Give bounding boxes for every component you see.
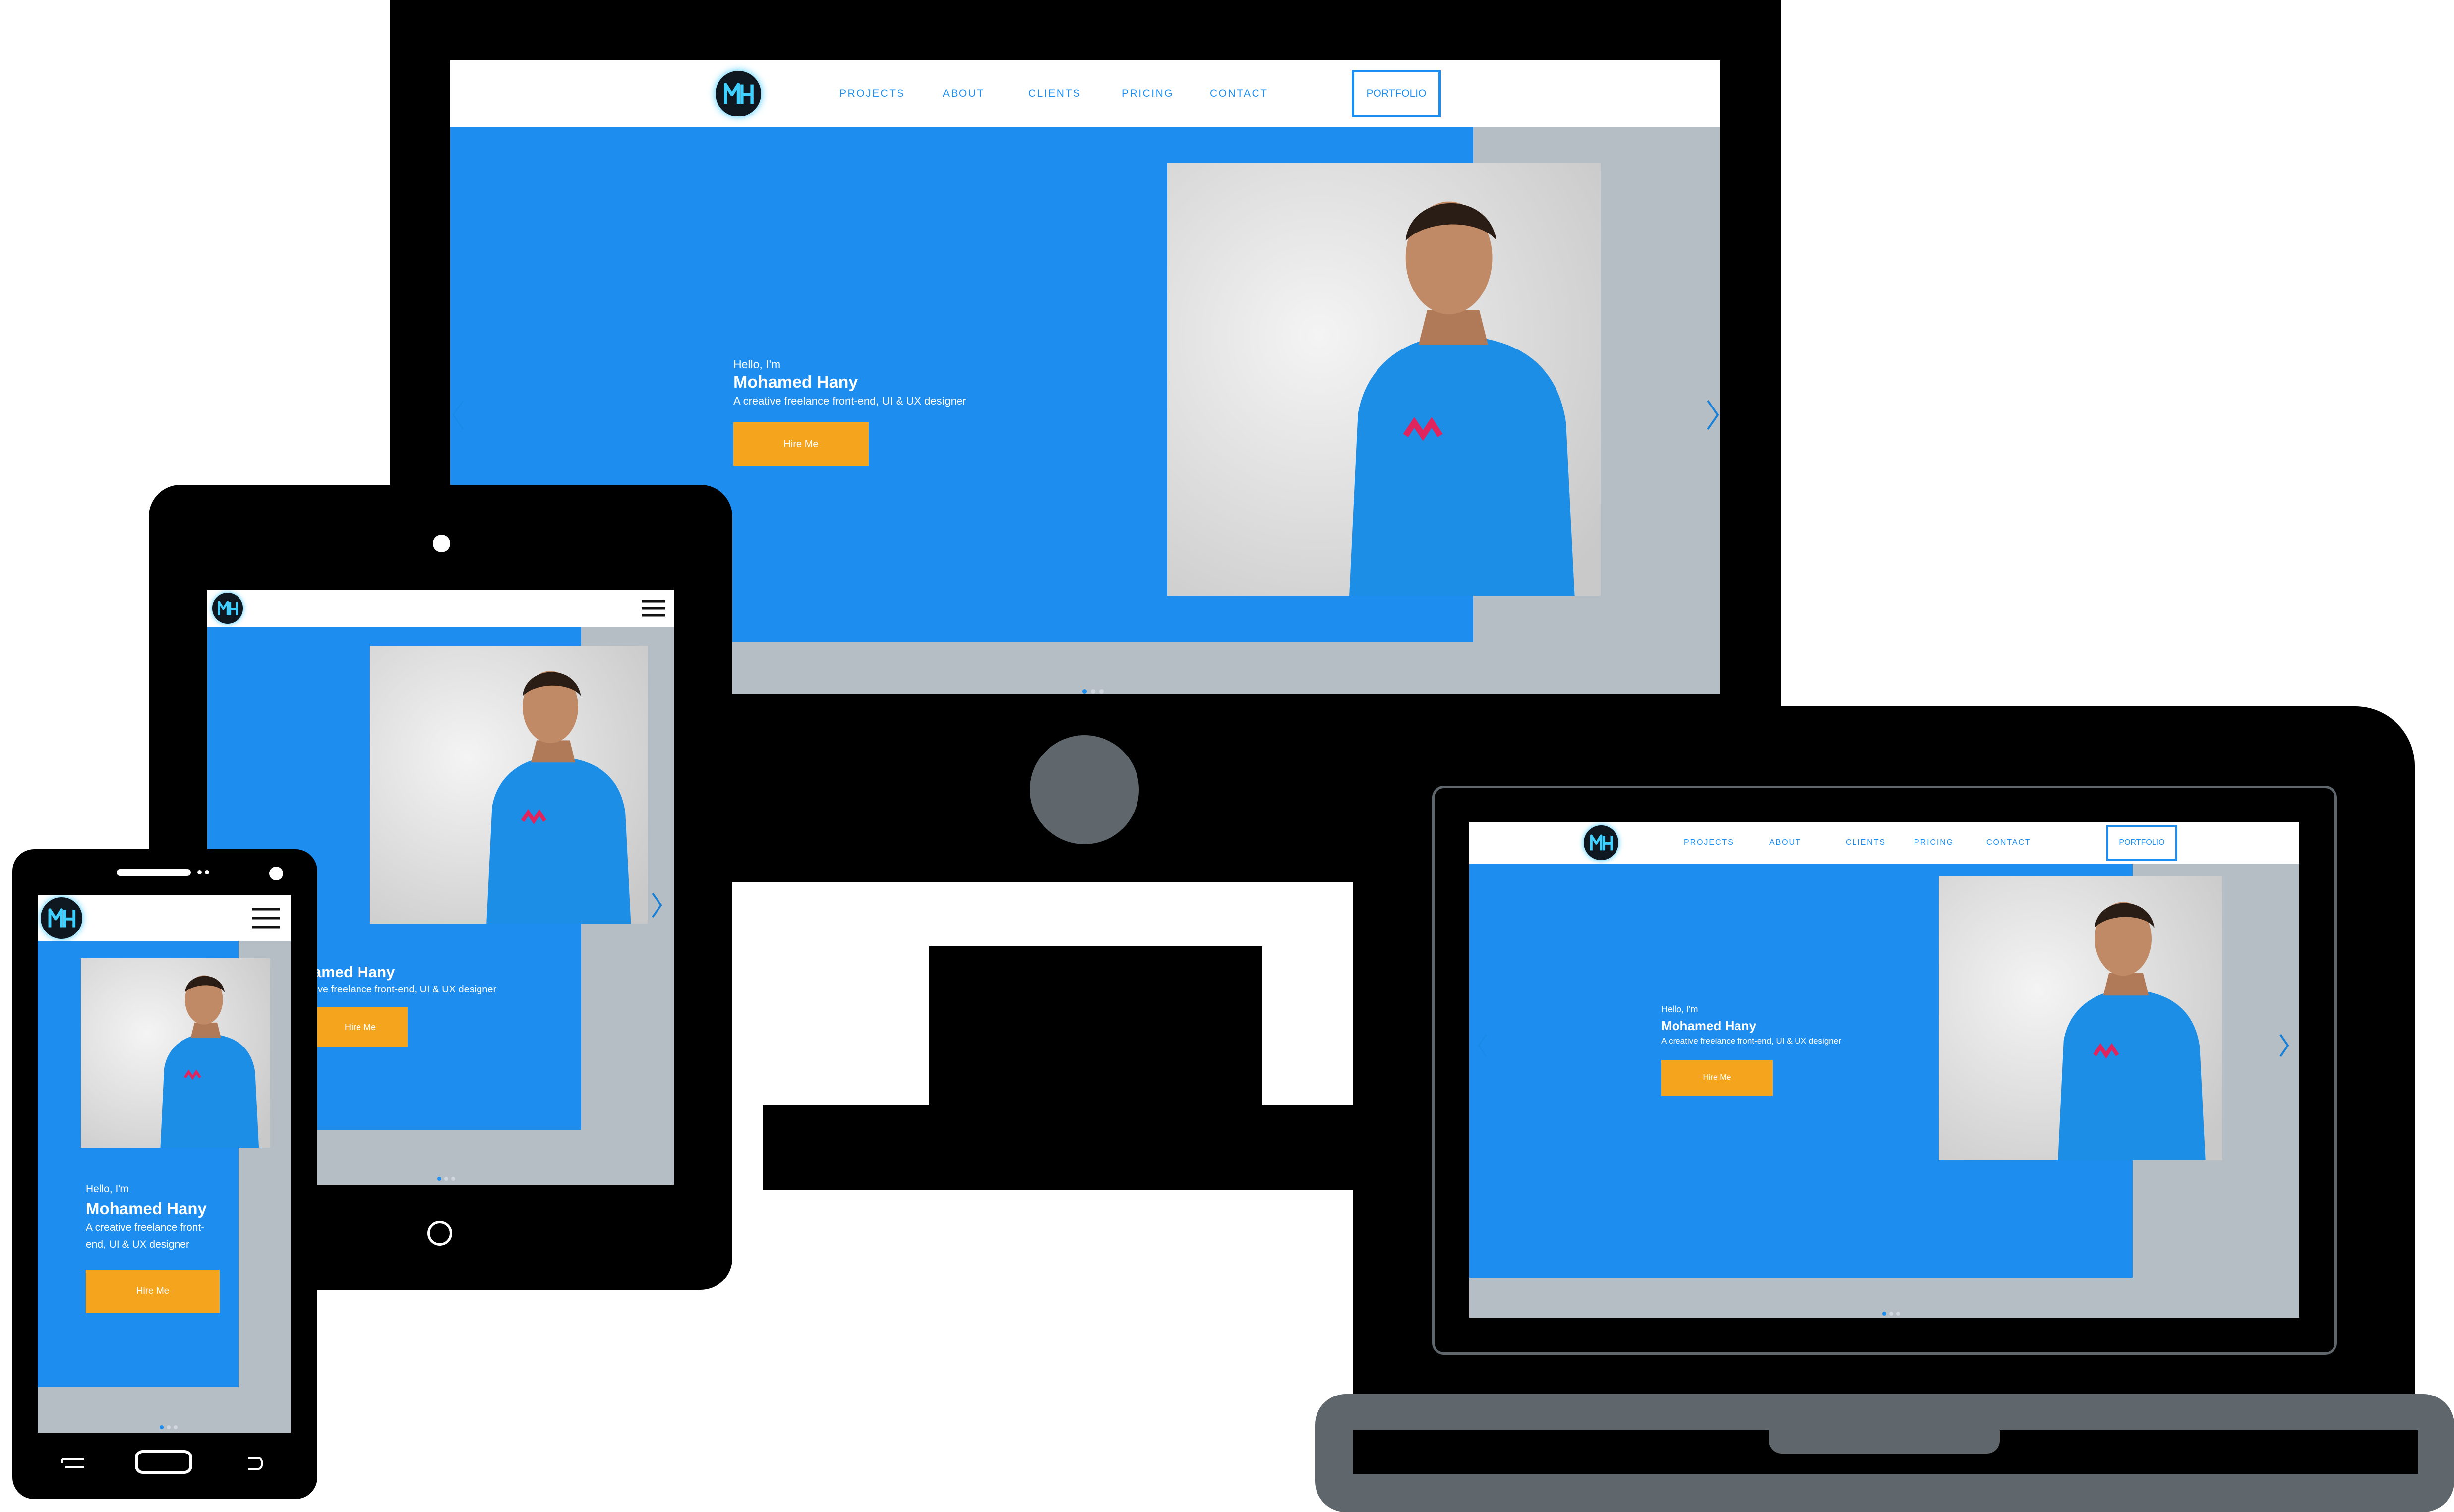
hero-tagline-line2: end, UI & UX designer [86, 1239, 189, 1250]
phone-sensor-dot [197, 870, 202, 874]
navbar: PROJECTS ABOUT CLIENTS PRICING CONTACT P… [450, 60, 1720, 127]
phone-sensor-dot [205, 870, 209, 874]
tablet-home-button[interactable] [427, 1221, 452, 1246]
nav-contact[interactable]: CONTACT [1986, 838, 2031, 847]
hero-name: Mohamed Hany [86, 1199, 207, 1218]
hero-greeting: Hello, I'm [86, 1183, 129, 1195]
nav-projects[interactable]: PROJECTS [1684, 838, 1734, 847]
hire-me-button[interactable]: Hire Me [1661, 1060, 1773, 1096]
laptop-site: PROJECTS ABOUT CLIENTS PRICING CONTACT P… [1469, 822, 2299, 1318]
slide-indicator[interactable] [160, 1425, 178, 1429]
back-softkey-icon[interactable] [245, 1455, 265, 1471]
monitor-power-button[interactable] [1030, 735, 1139, 844]
phone-speaker [117, 869, 191, 876]
hire-me-button[interactable]: Hire Me [733, 422, 869, 466]
slide-dot[interactable] [174, 1425, 178, 1429]
hero-name: Mohamed Hany [733, 373, 858, 392]
hire-me-button[interactable]: Hire Me [86, 1270, 220, 1313]
nav-pricing[interactable]: PRICING [1122, 88, 1174, 100]
hamburger-menu-icon[interactable] [252, 908, 280, 928]
slide-indicator[interactable] [437, 1177, 455, 1181]
next-slide-arrow-icon[interactable] [651, 891, 663, 920]
slide-dot[interactable] [167, 1425, 171, 1429]
monitor-stand-neck [929, 946, 1262, 1109]
profile-photo [1939, 876, 2222, 1160]
portfolio-button[interactable]: PORTFOLIO [2106, 825, 2177, 861]
nav-pricing[interactable]: PRICING [1914, 838, 1954, 847]
mh-logo-icon[interactable] [716, 71, 761, 116]
hero-name: amed Hany [313, 963, 395, 981]
hero-name: Mohamed Hany [1661, 1018, 1757, 1033]
nav-contact[interactable]: CONTACT [1210, 88, 1268, 100]
prev-slide-arrow-icon[interactable] [1476, 1033, 1488, 1058]
slide-dot-active[interactable] [437, 1177, 441, 1181]
hamburger-menu-icon[interactable] [642, 600, 665, 617]
slide-dot[interactable] [444, 1177, 448, 1181]
mh-logo-icon[interactable] [1584, 825, 1618, 860]
hero-greeting: Hello, I'm [733, 358, 781, 371]
next-slide-arrow-icon[interactable] [2278, 1033, 2290, 1058]
laptop-trackpad-notch [1769, 1409, 2000, 1454]
slide-dot[interactable] [1099, 689, 1104, 694]
slide-dot[interactable] [1889, 1312, 1893, 1316]
nav-about[interactable]: ABOUT [943, 88, 985, 100]
profile-photo [1167, 163, 1601, 596]
hero-tagline-line1: A creative freelance front- [86, 1222, 205, 1233]
slide-indicator[interactable] [1882, 1312, 1900, 1316]
phone-front-camera [269, 867, 283, 880]
slide-dot[interactable] [451, 1177, 455, 1181]
portfolio-button[interactable]: PORTFOLIO [1352, 70, 1441, 117]
profile-photo [81, 958, 270, 1148]
prev-slide-arrow-icon[interactable] [450, 398, 465, 432]
home-softkey-icon[interactable] [135, 1450, 192, 1474]
tablet-camera [433, 535, 450, 552]
hero-tagline: A creative freelance front-end, UI & UX … [733, 395, 966, 407]
navbar: PROJECTS ABOUT CLIENTS PRICING CONTACT P… [1469, 822, 2299, 864]
next-slide-arrow-icon[interactable] [1706, 398, 1720, 432]
hero-greeting: Hello, I'm [1661, 1004, 1698, 1014]
profile-photo [370, 646, 648, 924]
monitor-stand-base [763, 1105, 1354, 1190]
slide-dot-active[interactable] [1082, 689, 1087, 694]
nav-about[interactable]: ABOUT [1769, 838, 1801, 847]
hero-tagline: A creative freelance front-end, UI & UX … [1661, 1036, 1841, 1046]
slide-dot-active[interactable] [1882, 1312, 1886, 1316]
mh-logo-icon[interactable] [41, 897, 82, 939]
slide-indicator[interactable] [1082, 689, 1104, 694]
mh-logo-icon[interactable] [212, 593, 243, 624]
hero-tagline: tive freelance front-end, UI & UX design… [313, 984, 497, 995]
slide-dot[interactable] [1896, 1312, 1900, 1316]
slide-dot-active[interactable] [160, 1425, 164, 1429]
hire-me-button[interactable]: Hire Me [313, 1007, 408, 1047]
menu-softkey-icon[interactable] [60, 1456, 85, 1470]
nav-clients[interactable]: CLIENTS [1846, 838, 1886, 847]
navbar [207, 590, 674, 627]
phone-site: Hello, I'm Mohamed Hany A creative freel… [38, 895, 291, 1433]
slide-dot[interactable] [1091, 689, 1095, 694]
nav-clients[interactable]: CLIENTS [1028, 88, 1081, 100]
navbar [38, 895, 291, 941]
nav-projects[interactable]: PROJECTS [839, 88, 905, 100]
